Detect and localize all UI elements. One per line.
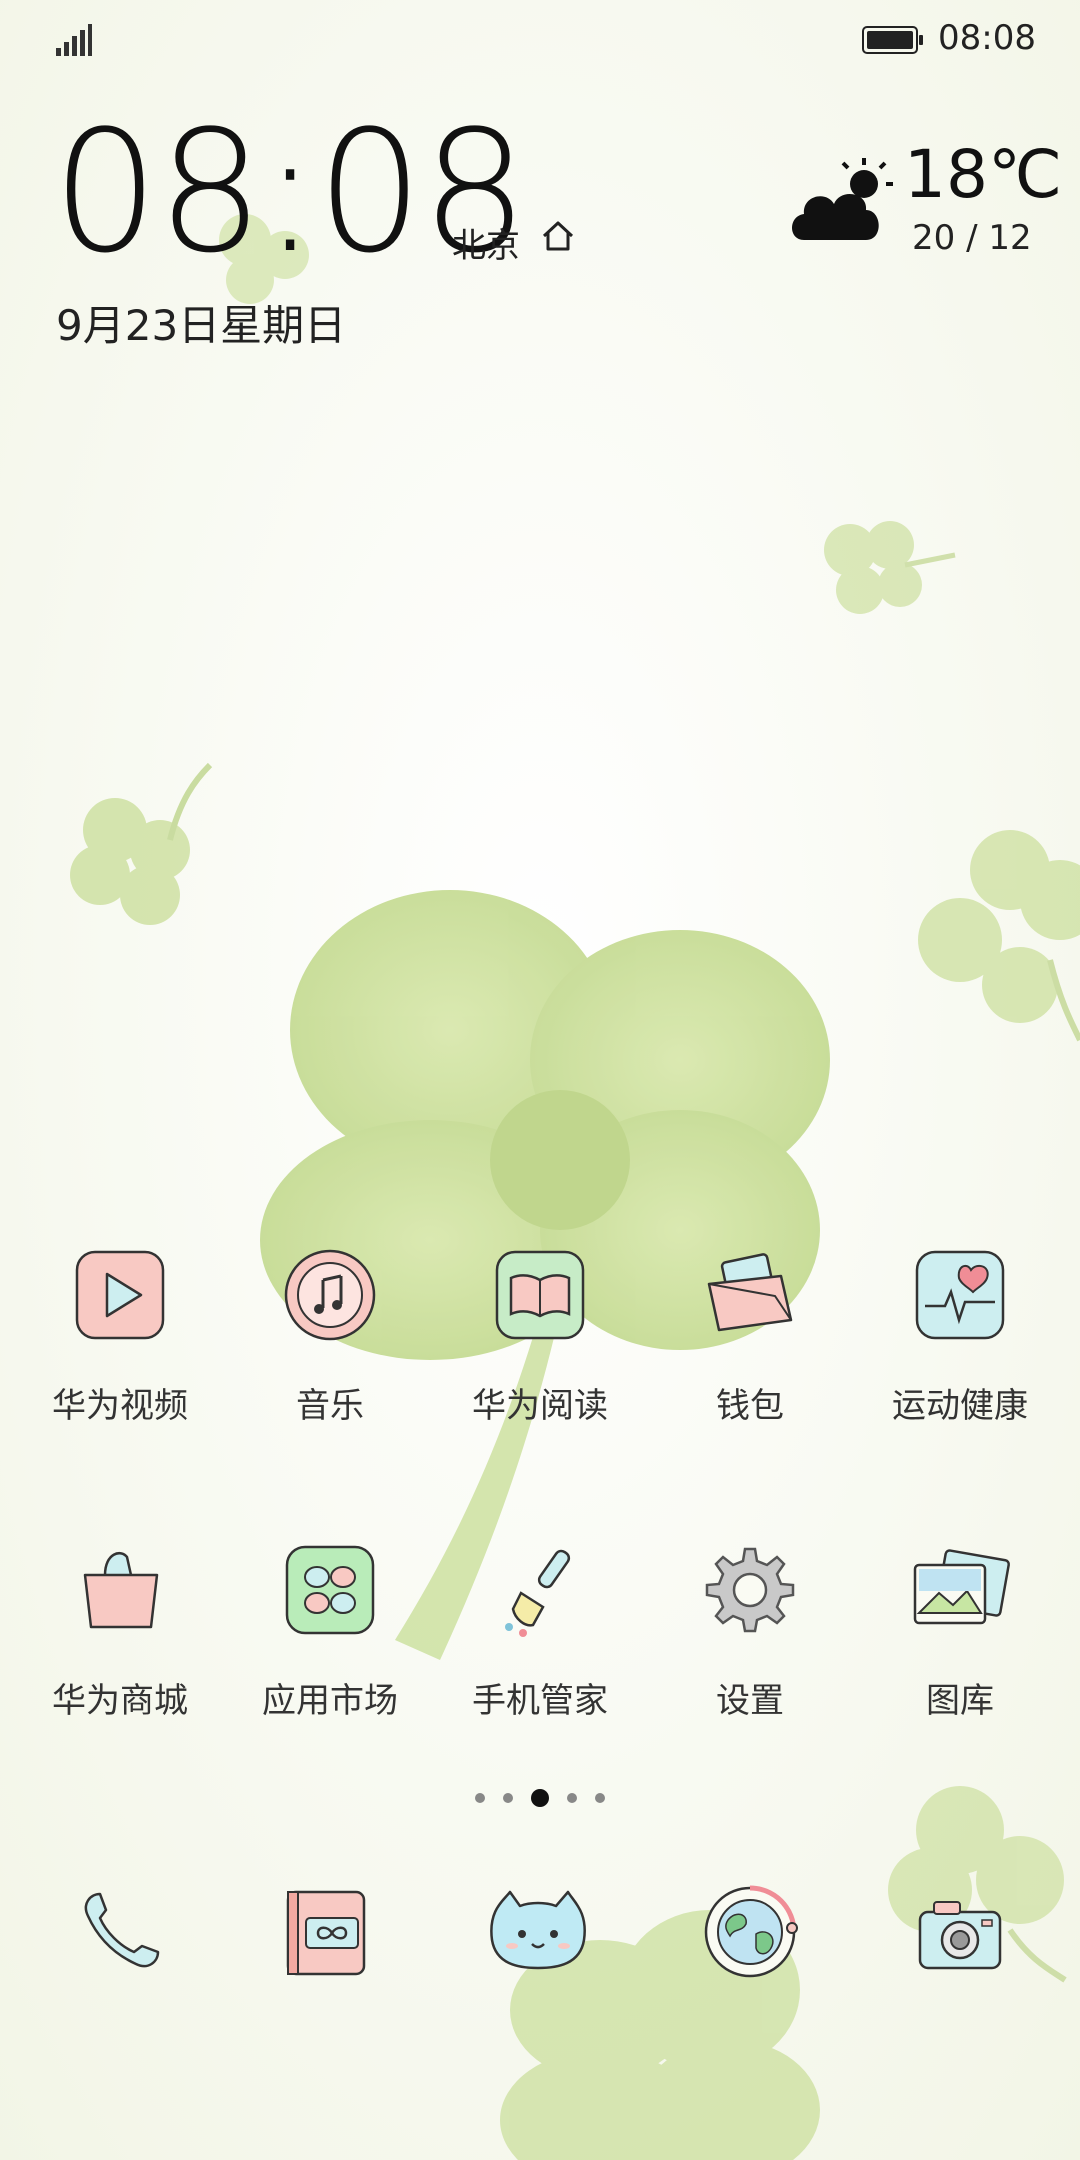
open-book-icon	[495, 1250, 585, 1340]
app-label: 设置	[716, 1681, 784, 1721]
page-dot[interactable]	[595, 1793, 605, 1803]
shopping-bag-icon	[83, 1552, 159, 1629]
wallet-icon	[707, 1253, 793, 1332]
app-label: 音乐	[296, 1386, 364, 1426]
page-dot[interactable]	[503, 1793, 513, 1803]
brush-icon	[505, 1549, 571, 1637]
app-music[interactable]: 音乐	[240, 1240, 420, 1427]
app-label: 运动健康	[892, 1386, 1028, 1426]
temperature-range: 20 / 12	[912, 218, 1032, 258]
home-icon	[542, 221, 574, 251]
app-phone-manager[interactable]: 手机管家	[450, 1535, 630, 1722]
app-store-icon	[285, 1545, 375, 1635]
battery-full-icon	[862, 26, 923, 54]
status-bar: 08:08	[0, 0, 1080, 80]
browser-globe-icon[interactable]	[690, 1870, 810, 1990]
music-note-icon	[284, 1249, 376, 1341]
cloud-sun-icon[interactable]	[786, 154, 898, 250]
app-huawei-video[interactable]: 华为视频	[30, 1240, 210, 1427]
app-label: 应用市场	[262, 1681, 398, 1721]
app-wallet[interactable]: 钱包	[660, 1240, 840, 1427]
app-huawei-mall[interactable]: 华为商城	[30, 1535, 210, 1722]
page-dot-active[interactable]	[531, 1789, 549, 1807]
signal-bars-icon	[56, 24, 92, 56]
app-label: 华为视频	[52, 1386, 188, 1426]
gear-icon	[705, 1547, 795, 1633]
gallery-icon	[913, 1549, 1010, 1625]
app-label: 华为阅读	[472, 1386, 608, 1426]
camera-icon[interactable]	[900, 1870, 1020, 1990]
date-text[interactable]: 9月23日星期日	[56, 292, 346, 353]
page-dot[interactable]	[475, 1793, 485, 1803]
status-time: 08:08	[938, 18, 1036, 58]
app-label: 华为商城	[52, 1681, 188, 1721]
page-dot[interactable]	[567, 1793, 577, 1803]
city-name: 北京	[452, 226, 520, 266]
app-gallery[interactable]: 图库	[870, 1535, 1050, 1722]
cat-messages-icon[interactable]	[478, 1870, 598, 1990]
app-label: 图库	[926, 1681, 994, 1721]
contacts-icon[interactable]	[266, 1870, 386, 1990]
app-settings[interactable]: 设置	[660, 1535, 840, 1722]
app-huawei-reader[interactable]: 华为阅读	[450, 1240, 630, 1427]
temperature: 18℃	[904, 136, 1063, 213]
app-label: 手机管家	[472, 1681, 608, 1721]
video-play-icon	[75, 1250, 165, 1340]
app-health[interactable]: 运动健康	[870, 1240, 1050, 1427]
page-indicator[interactable]	[470, 1786, 610, 1810]
phone-icon[interactable]	[62, 1870, 182, 1990]
app-label: 钱包	[716, 1386, 784, 1426]
heart-pulse-icon	[915, 1250, 1005, 1340]
app-appgallery[interactable]: 应用市场	[240, 1535, 420, 1722]
